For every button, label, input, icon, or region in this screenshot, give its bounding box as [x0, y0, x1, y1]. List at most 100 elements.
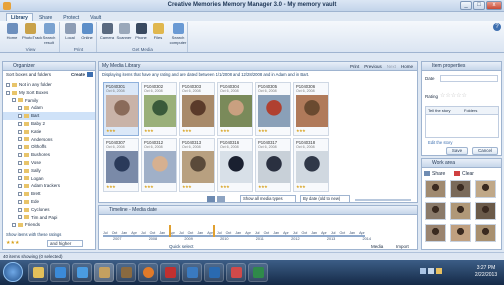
media-thumbnail[interactable]: P1040302 Oct 6, 2008 ★★★ [141, 82, 177, 136]
thumbnail-rating[interactable]: ★★★ [296, 128, 306, 133]
media-thumbnail[interactable]: P1040306 Oct 6, 2008 ★★★ [293, 82, 329, 136]
cancel-button[interactable]: Cancel [472, 147, 498, 155]
tree-checkbox[interactable] [12, 223, 16, 228]
tree-item-adam[interactable]: Adam [3, 104, 95, 112]
tree-checkbox[interactable] [18, 168, 22, 173]
add-icon[interactable] [87, 72, 93, 77]
phone-button[interactable]: Phone [133, 23, 149, 40]
home-link[interactable]: Home [401, 63, 413, 70]
thumbnail-rating[interactable]: ★★★ [182, 184, 192, 189]
tree-checkbox[interactable] [18, 176, 22, 181]
search-computer-button[interactable]: Search computer [168, 23, 188, 45]
timeline-track[interactable] [103, 235, 365, 237]
tab-vault[interactable]: Vault [85, 13, 106, 21]
tree-item-tim-and-papi[interactable]: Tim and Papi [3, 214, 95, 222]
work-area-thumbnail[interactable] [425, 202, 446, 220]
tree-checkbox[interactable] [18, 192, 22, 196]
tree-item-andersons[interactable]: Andersons [3, 136, 95, 144]
media-thumbnail[interactable]: P1040307 Oct 6, 2008 ★★★ [103, 138, 139, 192]
phototrack-button[interactable]: PhotoTrack [22, 23, 42, 40]
flag-icon[interactable] [436, 268, 442, 274]
tree-item-baby-2[interactable]: Baby 2 [3, 120, 95, 128]
media-thumbnail[interactable]: P1040313 Oct 6, 2008 ★★★ [179, 138, 215, 192]
tree-checkbox[interactable] [18, 207, 22, 212]
thumbnail-rating[interactable]: ★★★ [258, 184, 268, 189]
close-button[interactable]: x [486, 1, 502, 10]
tree-item-logan[interactable]: Logan [3, 175, 95, 183]
date-field[interactable] [440, 75, 498, 82]
tree-item-olthoffs[interactable]: Olthoffs [3, 143, 95, 151]
camera-button[interactable]: Camera [99, 23, 115, 40]
taskbar-memory-manager[interactable] [94, 263, 114, 282]
taskbar-firefox[interactable] [138, 263, 158, 282]
taskbar-explorer[interactable] [28, 263, 48, 282]
home-button[interactable]: Home [4, 23, 20, 40]
tree-checkbox[interactable] [18, 137, 22, 142]
tree-checkbox[interactable] [18, 106, 22, 111]
taskbar-app4[interactable] [182, 263, 202, 282]
work-area-thumbnail[interactable] [450, 224, 471, 242]
thumbnail-rating[interactable]: ★★★ [182, 128, 192, 133]
quick-select-link[interactable]: Quick select [169, 244, 194, 249]
sort-order-select[interactable]: By date (old to new) [300, 195, 350, 203]
work-area-thumbnail[interactable] [450, 180, 471, 198]
tree-item-my-sort-boxes[interactable]: My Sort Boxes [3, 89, 95, 97]
tree-checkbox[interactable] [18, 199, 22, 204]
thumbnail-rating[interactable]: ★★★ [220, 184, 230, 189]
work-area-thumbnail[interactable] [475, 224, 496, 242]
tree-checkbox[interactable] [18, 184, 22, 189]
thumbnail-rating[interactable]: ★★★ [220, 128, 230, 133]
rating-filter-stars[interactable]: ★★★ [6, 240, 26, 247]
tree-checkbox[interactable] [18, 153, 22, 157]
tree-checkbox[interactable] [18, 129, 22, 134]
tree-item-cyclones[interactable]: Cyclones [3, 206, 95, 214]
online-print-button[interactable]: Online [79, 23, 95, 40]
tree-checkbox[interactable] [6, 82, 10, 87]
start-button[interactable] [3, 262, 23, 282]
grid-view-icon[interactable] [217, 196, 225, 202]
taskbar-app7[interactable] [248, 263, 268, 282]
media-thumbnail[interactable]: P1040316 Oct 6, 2008 ★★★ [217, 138, 253, 192]
taskbar-app6[interactable] [226, 263, 246, 282]
network-icon[interactable] [420, 268, 426, 274]
tree-checkbox[interactable] [18, 145, 22, 150]
scanner-button[interactable]: Scanner [116, 23, 132, 40]
taskbar-ie[interactable] [72, 263, 92, 282]
taskbar-app3[interactable] [160, 263, 180, 282]
media-thumbnail[interactable]: P1040318 Oct 6, 2008 ★★★ [293, 138, 329, 192]
media-type-select[interactable]: Show all media types [240, 195, 296, 203]
media-thumbnail[interactable]: P1040301 Oct 6, 2008 ★★★ [103, 82, 139, 136]
clear-button[interactable]: Clear [462, 171, 474, 177]
maximize-button[interactable]: □ [473, 1, 485, 10]
media-thumbnail[interactable]: P1040317 Oct 6, 2008 ★★★ [255, 138, 291, 192]
tab-protect[interactable]: Protect [58, 13, 84, 21]
minimize-button[interactable]: _ [460, 1, 472, 10]
rating-filter-select[interactable]: and higher [47, 240, 83, 247]
print-link[interactable]: Print [350, 63, 359, 70]
tree-checkbox[interactable] [18, 160, 22, 165]
local-print-button[interactable]: Local [62, 23, 78, 40]
media-thumbnail[interactable]: P1040305 Oct 6, 2008 ★★★ [255, 82, 291, 136]
tree-checkbox[interactable] [12, 98, 16, 103]
tree-item-bart[interactable]: Bart [3, 112, 95, 120]
tree-item-adam-trackers[interactable]: Adam trackers [3, 182, 95, 190]
tree-item-ede[interactable]: Ede [3, 198, 95, 206]
work-area-thumbnail[interactable] [425, 180, 446, 198]
work-area-thumbnail[interactable] [450, 202, 471, 220]
timeline-range-end[interactable] [213, 225, 215, 237]
tell-story-tab[interactable]: Tell the story [428, 108, 450, 113]
clock[interactable]: 3:27 PM 2/22/2013 [470, 265, 502, 279]
tree-item-bushores[interactable]: Bushores [3, 151, 95, 159]
tree-checkbox[interactable] [18, 114, 22, 118]
share-button[interactable]: Share [432, 171, 445, 177]
thumbnail-rating[interactable]: ★★★ [144, 184, 154, 189]
files-button[interactable]: Files [150, 23, 166, 40]
tree-item-family[interactable]: Family [3, 97, 95, 105]
timeline-range-start[interactable] [169, 225, 171, 237]
thumbnail-rating[interactable]: ★★★ [258, 128, 268, 133]
taskbar-app2[interactable] [116, 263, 136, 282]
thumbnail-rating[interactable]: ★★★ [106, 184, 116, 189]
import-toggle[interactable]: Import [396, 244, 409, 249]
media-thumbnail[interactable]: P1040304 Oct 6, 2008 ★★★ [217, 82, 253, 136]
work-area-thumbnail[interactable] [425, 224, 446, 242]
